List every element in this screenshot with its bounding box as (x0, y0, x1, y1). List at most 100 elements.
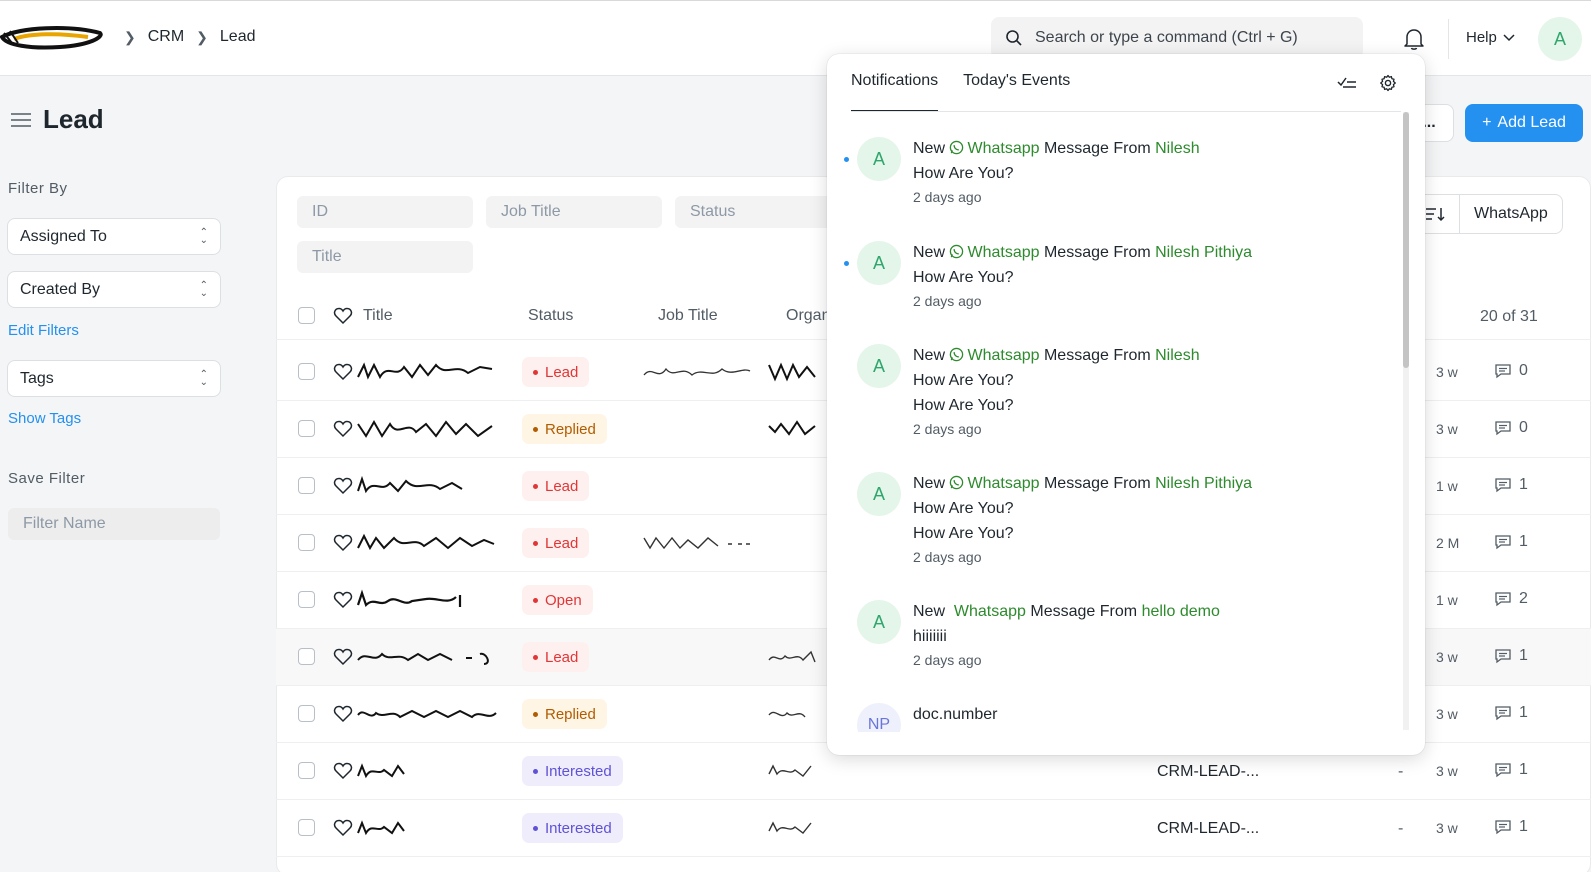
crm-lead-id[interactable]: CRM-LEAD-... (1157, 820, 1259, 838)
comment-icon (1495, 592, 1511, 607)
show-tags-link[interactable]: Show Tags (8, 410, 81, 427)
notification-bell-icon[interactable] (1403, 27, 1425, 51)
up-down-chevron-icon: ⌃ ⌄ (199, 368, 208, 388)
comment-count[interactable]: 0 (1494, 362, 1528, 380)
comment-icon (1495, 706, 1511, 721)
filter-name-input[interactable] (8, 508, 220, 540)
table-row[interactable]: Interested CRM-LEAD-... - 3 w 1 (276, 800, 1591, 857)
heart-icon[interactable] (333, 419, 353, 439)
row-age: 3 w (1436, 364, 1458, 380)
comment-icon (1495, 649, 1511, 664)
notification-actions (1337, 74, 1397, 92)
heart-icon[interactable] (333, 704, 353, 724)
comment-count[interactable]: 0 (1494, 419, 1528, 437)
up-down-chevron-icon: ⌃ ⌄ (199, 279, 208, 299)
column-header-title[interactable]: Title (363, 307, 393, 325)
breadcrumb-lead[interactable]: Lead (220, 28, 256, 46)
notification-message: How Are You? (913, 525, 1014, 542)
notification-message: hiiiiiii (913, 628, 947, 645)
status-filter-select[interactable]: Status (675, 196, 851, 228)
comment-count[interactable]: 2 (1494, 590, 1528, 608)
gear-icon[interactable] (1379, 74, 1397, 92)
tags-select[interactable]: Tags ⌃ ⌄ (7, 360, 221, 397)
row-checkbox[interactable] (298, 477, 315, 494)
notification-message: How Are You? (913, 269, 1014, 286)
notification-body: doc.number (913, 706, 998, 723)
help-dropdown[interactable]: Help (1466, 29, 1515, 46)
notification-body: New Whatsapp Message From Nilesh How Are… (913, 343, 1200, 440)
search-icon (1006, 30, 1022, 46)
notification-time: 2 days ago (913, 549, 982, 565)
row-checkbox[interactable] (298, 591, 315, 608)
organization-signature-image (768, 821, 812, 834)
status-badge: Lead (522, 471, 590, 501)
save-filter-heading: Save Filter (8, 470, 86, 487)
row-checkbox[interactable] (298, 648, 315, 665)
row-age: 2 M (1436, 535, 1460, 551)
view-buttons: WhatsApp (1410, 194, 1563, 234)
heart-icon[interactable] (333, 761, 353, 781)
select-all-checkbox[interactable] (298, 307, 315, 324)
whatsapp-icon (950, 475, 964, 490)
job-title-signature-image (643, 367, 751, 376)
heart-icon[interactable] (333, 533, 353, 553)
comment-count[interactable]: 1 (1494, 818, 1528, 836)
whatsapp-view-button[interactable]: WhatsApp (1459, 195, 1562, 233)
row-checkbox[interactable] (298, 762, 315, 779)
heart-icon[interactable] (333, 476, 353, 496)
breadcrumb: ❯ CRM ❯ Lead (124, 28, 256, 46)
comment-count[interactable]: 1 (1494, 533, 1528, 551)
row-checkbox[interactable] (298, 705, 315, 722)
notification-message: How Are You? (913, 165, 1014, 182)
title-filter-input[interactable]: Title (297, 241, 473, 273)
title-signature-image (357, 763, 405, 779)
notification-avatar: A (857, 241, 901, 285)
organization-signature-image (768, 362, 816, 382)
title-signature-image (357, 475, 463, 494)
sidebar-toggle-icon[interactable] (11, 112, 31, 128)
row-age: 1 w (1436, 592, 1458, 608)
column-header-organization[interactable]: Organ (786, 307, 830, 325)
column-header-job-title[interactable]: Job Title (658, 307, 718, 325)
notification-time: 2 days ago (913, 421, 982, 437)
sort-icon (1426, 208, 1445, 222)
row-checkbox[interactable] (298, 363, 315, 380)
heart-icon[interactable] (333, 590, 353, 610)
notification-avatar: A (857, 344, 901, 388)
row-checkbox[interactable] (298, 819, 315, 836)
crm-lead-id[interactable]: CRM-LEAD-... (1157, 763, 1259, 781)
title-signature-image (357, 419, 493, 438)
column-header-status[interactable]: Status (528, 307, 573, 325)
job-title-filter-input[interactable]: Job Title (486, 196, 662, 228)
row-checkbox[interactable] (298, 534, 315, 551)
comment-count[interactable]: 1 (1494, 647, 1528, 665)
tab-todays-events[interactable]: Today's Events (963, 72, 1070, 111)
organization-signature-image (768, 420, 816, 436)
add-lead-button[interactable]: + Add Lead (1465, 104, 1583, 142)
notification-scrollbar-thumb[interactable] (1403, 112, 1409, 368)
search-bar[interactable] (991, 17, 1363, 59)
tab-notifications[interactable]: Notifications (851, 72, 939, 111)
company-logo[interactable] (0, 23, 104, 53)
notification-avatar: A (857, 472, 901, 516)
page-title: Lead (43, 104, 104, 134)
heart-icon[interactable] (333, 362, 353, 382)
mark-all-read-icon[interactable] (1337, 74, 1357, 90)
breadcrumb-crm[interactable]: CRM (148, 28, 184, 46)
filter-by-heading: Filter By (8, 180, 68, 197)
comment-count[interactable]: 1 (1494, 476, 1528, 494)
heart-icon[interactable] (333, 647, 353, 667)
assigned-to-select[interactable]: Assigned To ⌃ ⌄ (7, 218, 221, 255)
status-badge: Lead (522, 357, 590, 387)
heart-icon[interactable] (333, 818, 353, 838)
search-input[interactable] (1035, 29, 1335, 47)
user-avatar[interactable]: A (1538, 17, 1582, 61)
created-by-select[interactable]: Created By ⌃ ⌄ (7, 271, 221, 308)
comment-count[interactable]: 1 (1494, 704, 1528, 722)
row-checkbox[interactable] (298, 420, 315, 437)
comment-count[interactable]: 1 (1494, 761, 1528, 779)
id-filter-input[interactable]: ID (297, 196, 473, 228)
notification-avatar: NP (857, 703, 901, 732)
edit-filters-link[interactable]: Edit Filters (8, 322, 79, 339)
whatsapp-icon (950, 244, 964, 259)
